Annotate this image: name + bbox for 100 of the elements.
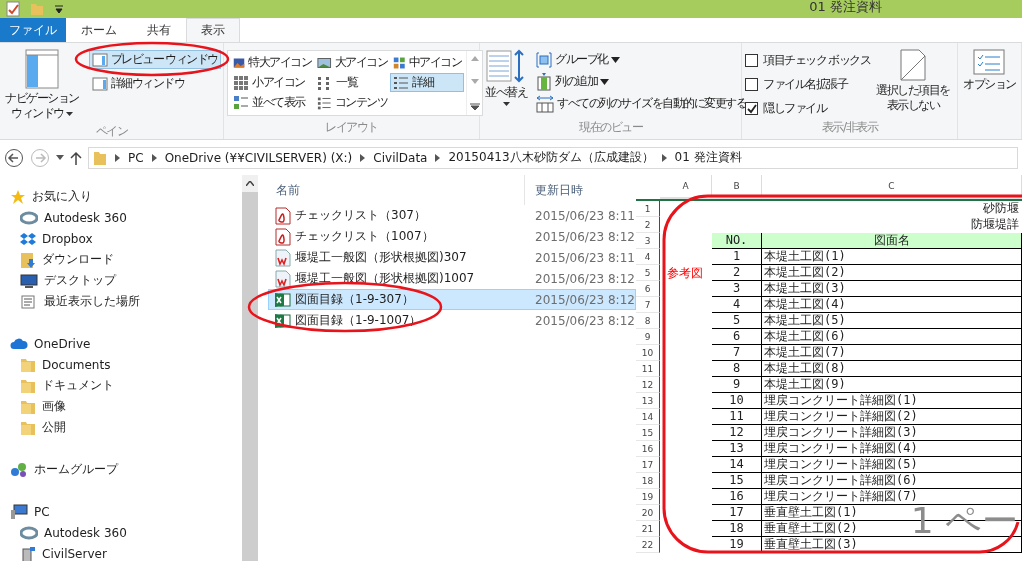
row-number: 10 — [636, 345, 660, 361]
layout-option[interactable]: 詳細 — [390, 73, 464, 92]
recent-caret-icon[interactable] — [56, 155, 64, 160]
column-letter: A — [660, 175, 712, 199]
nav-item[interactable]: 画像 — [0, 396, 242, 417]
table-cell: 本堤土工図(8) — [762, 361, 1022, 377]
folder-icon — [93, 149, 107, 166]
pane-layout-icon — [24, 49, 59, 89]
file-row[interactable]: 堰堤工一般図（形状根拠図)307 2015/06/23 8:11 — [268, 247, 636, 268]
row-number: 1 — [636, 201, 660, 217]
pane-toggle-button[interactable]: プレビュー ウィンドウ — [88, 50, 221, 69]
file-date: 2015/06/23 8:12 — [534, 229, 635, 244]
customize-caret-icon[interactable] — [54, 4, 64, 14]
layout-option[interactable]: 中アイコン — [390, 53, 464, 72]
ribbon-tab[interactable]: 表示 — [186, 18, 240, 42]
nav-item[interactable]: Documents — [0, 354, 242, 375]
table-cell: 17 — [712, 505, 762, 521]
folder-icon — [20, 356, 36, 373]
table-cell: 2 — [712, 265, 762, 281]
file-row[interactable]: 図面目録（1-9-307） 2015/06/23 8:12 — [268, 289, 636, 310]
scrollbar[interactable] — [242, 175, 258, 561]
table-cell: 5 — [712, 313, 762, 329]
view-command-button[interactable]: 列の追加 — [533, 72, 749, 91]
network-icon — [10, 461, 28, 478]
nav-item[interactable]: Autodesk 360 — [0, 522, 242, 543]
nav-item[interactable]: Autodesk 360 — [0, 207, 242, 228]
table-cell: 16 — [712, 489, 762, 505]
scroll-up-icon[interactable] — [246, 181, 254, 186]
layout-option[interactable]: 並べて表示 — [230, 93, 314, 112]
checkbox[interactable] — [745, 78, 758, 91]
table-cell: 1 — [712, 249, 762, 265]
nav-item[interactable]: CivilServer — [0, 543, 242, 561]
side-note: 参考図 — [666, 265, 704, 281]
sort-button[interactable]: 並べ替え — [483, 47, 529, 108]
file-date: 2015/06/23 8:11 — [534, 208, 635, 223]
expand-gallery-icon[interactable] — [469, 103, 480, 111]
nav-item[interactable]: 最近表示した場所 — [0, 291, 242, 312]
view-command-button[interactable]: グループ化 — [533, 50, 749, 69]
table-cell: 11 — [712, 409, 762, 425]
hide-selected-button[interactable]: 選択した項目を 表示しない — [874, 47, 952, 115]
up-arrow-icon[interactable] — [70, 150, 82, 165]
checklist-icon — [973, 49, 1006, 75]
file-row[interactable]: チェックリスト（1007） 2015/06/23 8:12 — [268, 226, 636, 247]
row-number: 3 — [636, 233, 660, 249]
breadcrumb[interactable]: 20150413八木砂防ダム（広成建設） — [448, 149, 654, 166]
chevron-icon[interactable] — [435, 153, 441, 162]
nav-item[interactable]: Dropbox — [0, 228, 242, 249]
table-cell: 8 — [712, 361, 762, 377]
table-cell: 埋戻コンクリート詳細図(3) — [762, 425, 1022, 441]
table-cell: 図面名 — [762, 233, 1022, 249]
nav-item[interactable]: お気に入り — [0, 186, 242, 207]
column-letter: C — [762, 175, 1022, 199]
chevron-icon[interactable] — [661, 153, 667, 162]
breadcrumb[interactable]: PC — [128, 150, 144, 165]
layout-option[interactable]: 小アイコン — [230, 73, 314, 92]
server-icon — [20, 544, 36, 561]
table-cell: 埋戻コンクリート詳細図(7) — [762, 489, 1022, 505]
layout-option[interactable]: 特大アイコン — [230, 53, 314, 72]
chevron-icon[interactable] — [360, 153, 366, 162]
table-cell: 6 — [712, 329, 762, 345]
file-menu-tab[interactable]: ファイル — [0, 18, 66, 42]
computer-icon — [10, 503, 28, 520]
options-button[interactable]: オプション — [961, 47, 1018, 94]
column-header[interactable]: 名前 — [262, 175, 524, 205]
breadcrumb[interactable]: 01 発注資料 — [674, 149, 742, 166]
download-folder-icon — [20, 250, 36, 269]
file-row[interactable]: チェックリスト（307） 2015/06/23 8:11 — [268, 205, 636, 226]
small-grid-icon — [233, 74, 249, 91]
table-cell: 15 — [712, 473, 762, 489]
row-number: 11 — [636, 361, 660, 377]
layout-option[interactable]: 大アイコン — [314, 53, 390, 72]
nav-item[interactable]: ダウンロード — [0, 249, 242, 270]
properties-icon[interactable] — [6, 1, 20, 17]
table-cell: 本堤土工図(1) — [762, 249, 1022, 265]
row-number: 20 — [636, 505, 660, 521]
layout-option[interactable]: 一覧 — [314, 73, 390, 92]
address-bar[interactable]: PC OneDrive (¥¥CIVILSERVER) (X:) CivilData 20150413八木砂防ダム（広成建設） 01 発注資料 — [88, 146, 1018, 169]
nav-item[interactable]: ドキュメント — [0, 375, 242, 396]
chevron-icon[interactable] — [115, 153, 120, 162]
breadcrumb[interactable]: CivilData — [373, 150, 428, 165]
nav-item[interactable]: ホームグループ — [0, 459, 242, 480]
nav-item[interactable]: 公開 — [0, 417, 242, 438]
file-date: 2015/06/23 8:12 — [534, 271, 635, 286]
layout-option[interactable]: コンテンツ — [314, 93, 390, 112]
back-icon[interactable] — [4, 147, 24, 168]
row-number: 12 — [636, 377, 660, 393]
checkbox[interactable] — [745, 54, 758, 67]
pane-toggle-button[interactable]: 詳細ウィンドウ — [88, 74, 221, 93]
monitor-icon — [20, 273, 38, 288]
chevron-icon[interactable] — [151, 153, 157, 162]
table-cell: 7 — [712, 345, 762, 361]
excel-file-icon — [275, 291, 291, 308]
checkbox[interactable] — [745, 102, 758, 115]
navigation-pane-button[interactable]: ナビゲーション ウィンドウ — [3, 47, 81, 123]
nav-item[interactable]: OneDrive — [0, 333, 242, 354]
nav-item[interactable]: PC — [0, 501, 242, 522]
table-cell: 本堤土工図(7) — [762, 345, 1022, 361]
breadcrumb[interactable]: OneDrive (¥¥CIVILSERVER) (X:) — [164, 150, 353, 165]
nav-item[interactable]: デスクトップ — [0, 270, 242, 291]
folder-icon — [20, 398, 36, 415]
